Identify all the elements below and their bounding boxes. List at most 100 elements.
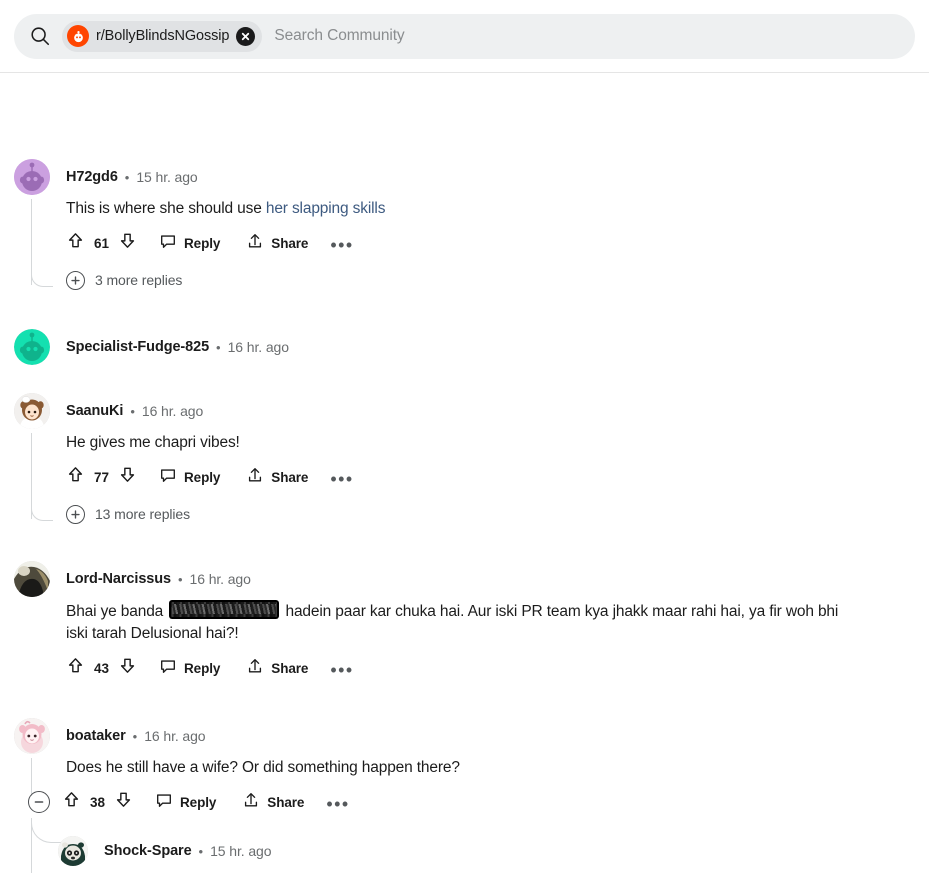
vote-count: 43 [94,660,110,676]
reply-button[interactable]: Reply [159,463,220,491]
redacted-text-block [169,600,280,619]
comment-actions: 43 Reply Share ••• [66,652,914,684]
search-input[interactable]: Search Community [272,27,901,45]
avatar[interactable] [14,561,50,597]
comment-specialist-fudge-825: Specialist-Fudge-825 • 16 hr. ago [14,329,914,365]
vote-group: 38 [62,788,133,816]
separator: • [216,339,221,355]
more-replies-button[interactable]: 3 more replies [66,265,914,295]
comment-text: This is where she should use her slappin… [66,197,914,221]
upvote-icon[interactable] [66,231,85,255]
more-replies-label: 3 more replies [95,272,183,288]
comment-text: He gives me chapri vibes! [66,434,240,451]
reply-label: Reply [180,794,217,810]
comment-text-part: This is where she should use [66,200,266,217]
comment-bubble-icon [155,791,173,814]
comment-timestamp: 15 hr. ago [136,169,198,185]
avatar[interactable] [14,393,50,429]
separator: • [130,403,135,419]
upvote-icon[interactable] [66,656,85,680]
comment-shock-spare: Shock-Spare • 15 hr. ago How is she okay… [58,836,918,873]
comment-bubble-icon [159,232,177,255]
comment-author[interactable]: Lord-Narcissus [66,571,171,587]
comment-lord-narcissus: Lord-Narcissus • 16 hr. ago Bhai ye band… [14,561,914,684]
avatar[interactable] [14,718,50,754]
comment-text: Does he still have a wife? Or did someth… [66,759,460,776]
comment-text: Bhai ye banda hadein paar kar chuka hai.… [66,599,856,646]
more-options-icon[interactable]: ••• [330,470,353,488]
vote-group: 43 [66,654,137,682]
avatar[interactable] [14,159,50,195]
comment-timestamp: 16 hr. ago [189,571,251,587]
community-avatar-icon [67,25,89,47]
comment-timestamp: 15 hr. ago [210,843,272,859]
vote-group: 61 [66,229,137,257]
comment-author[interactable]: SaanuKi [66,403,123,419]
separator: • [132,728,138,744]
more-options-icon[interactable]: ••• [330,236,353,254]
vote-count: 77 [94,469,110,485]
comment-author[interactable]: Shock-Spare [104,843,192,859]
downvote-icon[interactable] [118,656,137,680]
more-options-icon[interactable]: ••• [330,661,353,679]
search-icon [28,24,52,48]
downvote-icon[interactable] [118,465,137,489]
community-filter-chip[interactable]: r/BollyBlindsNGossip [62,20,263,52]
share-icon [246,232,264,255]
share-button[interactable]: Share [246,229,308,257]
vote-count: 61 [94,235,110,251]
comment-boataker: boataker • 16 hr. ago Does he still have… [14,718,914,873]
reply-label: Reply [184,235,221,251]
share-icon [242,791,260,814]
share-icon [246,657,264,680]
reply-button[interactable]: Reply [159,654,220,682]
comment-actions: 38 Reply Share ••• [28,786,914,818]
close-icon[interactable] [236,26,256,46]
community-name-label: r/BollyBlindsNGossip [96,28,230,44]
comment-actions: 61 Reply Share ••• [66,227,914,259]
avatar[interactable] [58,836,88,866]
comment-inline-link[interactable]: her slapping skills [266,200,386,217]
downvote-icon[interactable] [118,231,137,255]
reply-label: Reply [184,469,221,485]
search-bar[interactable]: r/BollyBlindsNGossip Search Community [14,13,915,59]
comment-bubble-icon [159,466,177,489]
plus-icon [66,504,85,524]
share-button[interactable]: Share [242,788,304,816]
comment-h72gd6: H72gd6 • 15 hr. ago This is where she sh… [14,159,914,295]
share-button[interactable]: Share [246,654,308,682]
upvote-icon[interactable] [66,465,85,489]
avatar[interactable] [14,329,50,365]
comment-timestamp: 16 hr. ago [227,339,289,355]
collapse-thread-button[interactable] [28,791,50,813]
reply-button[interactable]: Reply [155,788,216,816]
downvote-icon[interactable] [114,790,133,814]
comment-bubble-icon [159,657,177,680]
share-icon [246,466,264,489]
comment-actions: 77 Reply Share ••• [66,461,914,493]
comment-timestamp: 16 hr. ago [144,728,206,744]
vote-group: 77 [66,463,137,491]
share-label: Share [271,660,309,676]
upvote-icon[interactable] [62,790,81,814]
separator: • [198,843,204,859]
vote-count: 38 [90,794,106,810]
separator: • [177,571,183,587]
comment-author[interactable]: H72gd6 [66,169,118,185]
comment-text-part: Bhai ye banda [66,603,168,620]
share-label: Share [267,794,305,810]
more-replies-label: 13 more replies [95,506,190,522]
plus-icon [66,270,85,290]
reply-button[interactable]: Reply [159,229,220,257]
share-button[interactable]: Share [246,463,308,491]
comment-timestamp: 16 hr. ago [141,403,204,419]
share-label: Share [271,469,309,485]
more-replies-button[interactable]: 13 more replies [66,499,914,529]
comment-saanuki: SaanuKi • 16 hr. ago He gives me chapri … [14,393,914,529]
reply-label: Reply [184,660,221,676]
comment-author[interactable]: Specialist-Fudge-825 [66,339,209,355]
more-options-icon[interactable]: ••• [326,795,349,813]
comment-author[interactable]: boataker [66,728,126,744]
search-header: r/BollyBlindsNGossip Search Community [0,0,929,73]
separator: • [124,169,130,185]
